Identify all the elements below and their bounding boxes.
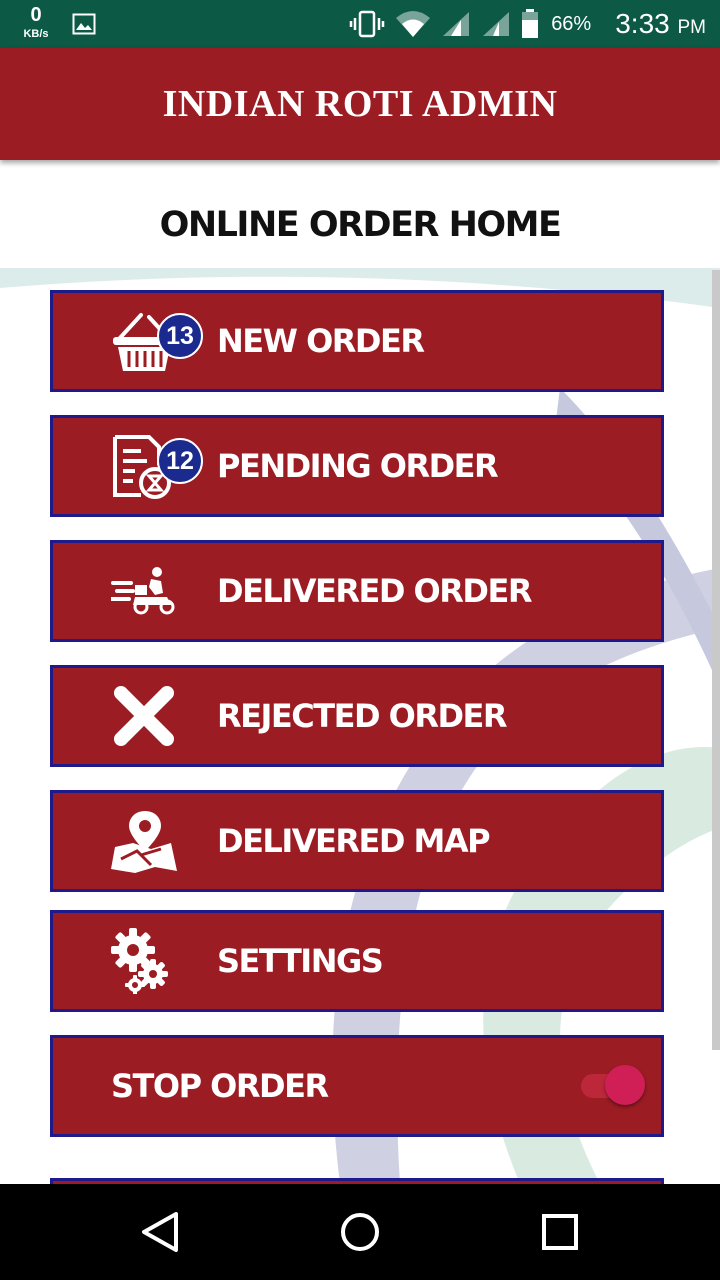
stop-order-toggle[interactable] (579, 1064, 649, 1108)
rejected-order-label: REJECTED ORDER (217, 697, 508, 735)
vibrate-icon (349, 10, 385, 38)
delivered-map-button[interactable]: DELIVERED MAP (50, 790, 664, 892)
network-speed-unit: KB/s (23, 28, 49, 40)
scrollbar[interactable] (712, 270, 720, 1050)
page-title: ONLINE ORDER HOME (159, 205, 562, 245)
navigation-bar (0, 1184, 720, 1280)
map-pin-icon (111, 811, 177, 873)
home-icon[interactable] (340, 1210, 380, 1254)
pending-order-count-badge: 12 (157, 438, 203, 484)
toggle-thumb (605, 1065, 645, 1105)
new-order-label: NEW ORDER (217, 322, 425, 360)
network-speed: 0 KB/s (18, 4, 54, 40)
delivered-order-label: DELIVERED ORDER (217, 572, 532, 610)
signal-icon (443, 12, 470, 36)
clock-suffix: PM (677, 17, 707, 38)
stop-order-row: STOP ORDER (50, 1035, 664, 1137)
new-order-button[interactable]: 13 NEW ORDER (50, 290, 664, 392)
close-icon (114, 686, 174, 746)
pending-order-button[interactable]: 12 PENDING ORDER (50, 415, 664, 517)
battery-percent: 66% (551, 12, 592, 35)
app-bar: INDIAN ROTI ADMIN (0, 48, 720, 160)
rejected-order-button[interactable]: REJECTED ORDER (50, 665, 664, 767)
recents-icon[interactable] (540, 1210, 580, 1254)
delivered-order-button[interactable]: DELIVERED ORDER (50, 540, 664, 642)
signal-icon (483, 12, 510, 36)
status-bar: 0 KB/s 66% 3:33 PM (0, 0, 720, 48)
image-icon (72, 13, 96, 35)
gear-icon (111, 928, 168, 994)
settings-label: SETTINGS (217, 942, 384, 980)
battery-icon (522, 9, 539, 38)
wifi-icon (396, 11, 431, 37)
back-icon[interactable] (140, 1210, 180, 1254)
delivered-map-label: DELIVERED MAP (217, 822, 491, 860)
pending-order-label: PENDING ORDER (217, 447, 499, 485)
app-title: INDIAN ROTI ADMIN (162, 83, 558, 125)
stop-order-label: STOP ORDER (111, 1067, 329, 1105)
clock-time: 3:33 (615, 8, 670, 39)
delivery-scooter-icon (111, 567, 175, 615)
clock: 3:33 PM (615, 8, 706, 40)
new-order-count-badge: 13 (157, 313, 203, 359)
settings-button[interactable]: SETTINGS (50, 910, 664, 1012)
network-speed-value: 0 (30, 4, 42, 26)
